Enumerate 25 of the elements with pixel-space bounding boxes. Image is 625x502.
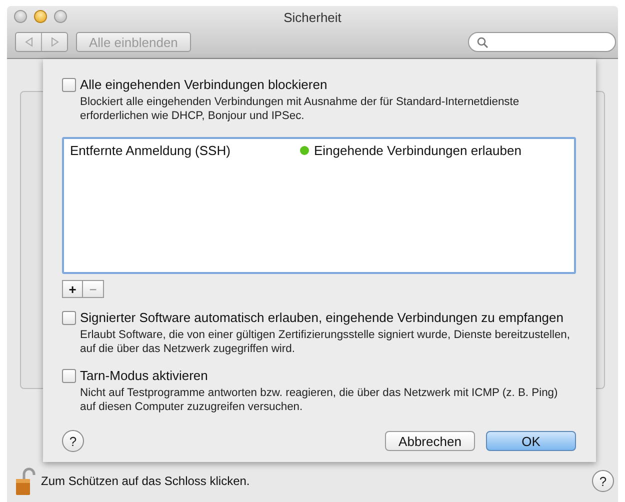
add-button[interactable]: + — [62, 280, 83, 298]
checkbox-label: Alle eingehenden Verbindungen blockieren — [80, 77, 328, 92]
forward-icon — [50, 37, 58, 47]
option-description: Nicht auf Testprogramme antworten bzw. reagieren, die über das Netzwerk mit ICMP (z. B. Ping) auf diesen Computer zuzugreifen versuchen. — [80, 386, 559, 414]
checkbox-label: Tarn-Modus aktivieren — [80, 368, 208, 383]
option-description: Blockiert alle eingehenden Verbindungen mit Ausnahme der für Standard-Internetdienste erforderlichen wie DHCP, Bonjour und IPSec. — [80, 95, 520, 123]
checkbox-label: Signierter Software automatisch erlauben, eingehende Verbindungen zu empfangen — [80, 310, 564, 325]
service-status: Eingehende Verbindungen erlauben — [314, 143, 522, 158]
checkbox[interactable] — [62, 78, 76, 92]
service-name: Entfernte Anmeldung (SSH) — [70, 143, 232, 158]
ok-button[interactable]: OK — [486, 431, 576, 451]
search-icon — [477, 36, 488, 48]
checkbox[interactable] — [62, 310, 76, 324]
help-button[interactable]: ? — [62, 430, 84, 452]
back-icon — [24, 37, 32, 47]
lock-hint: Zum Schützen auf das Schloss klicken. — [41, 474, 250, 488]
cancel-button[interactable]: Abbrechen — [385, 431, 475, 451]
minimize-button[interactable] — [34, 10, 47, 23]
option-description: Erlaubt Software, die von einer gültigen Zertifizierungsstelle signiert wurde, Dienste bereitzustellen, auf die über das Netzwerk zugegriffen wird. — [80, 328, 572, 356]
search-field[interactable] — [468, 32, 616, 52]
close-button[interactable] — [14, 10, 27, 23]
help-button[interactable]: ? — [592, 470, 614, 492]
checkbox[interactable] — [62, 368, 76, 382]
zoom-button[interactable] — [54, 10, 67, 23]
window-title: Sicherheit — [284, 10, 342, 27]
